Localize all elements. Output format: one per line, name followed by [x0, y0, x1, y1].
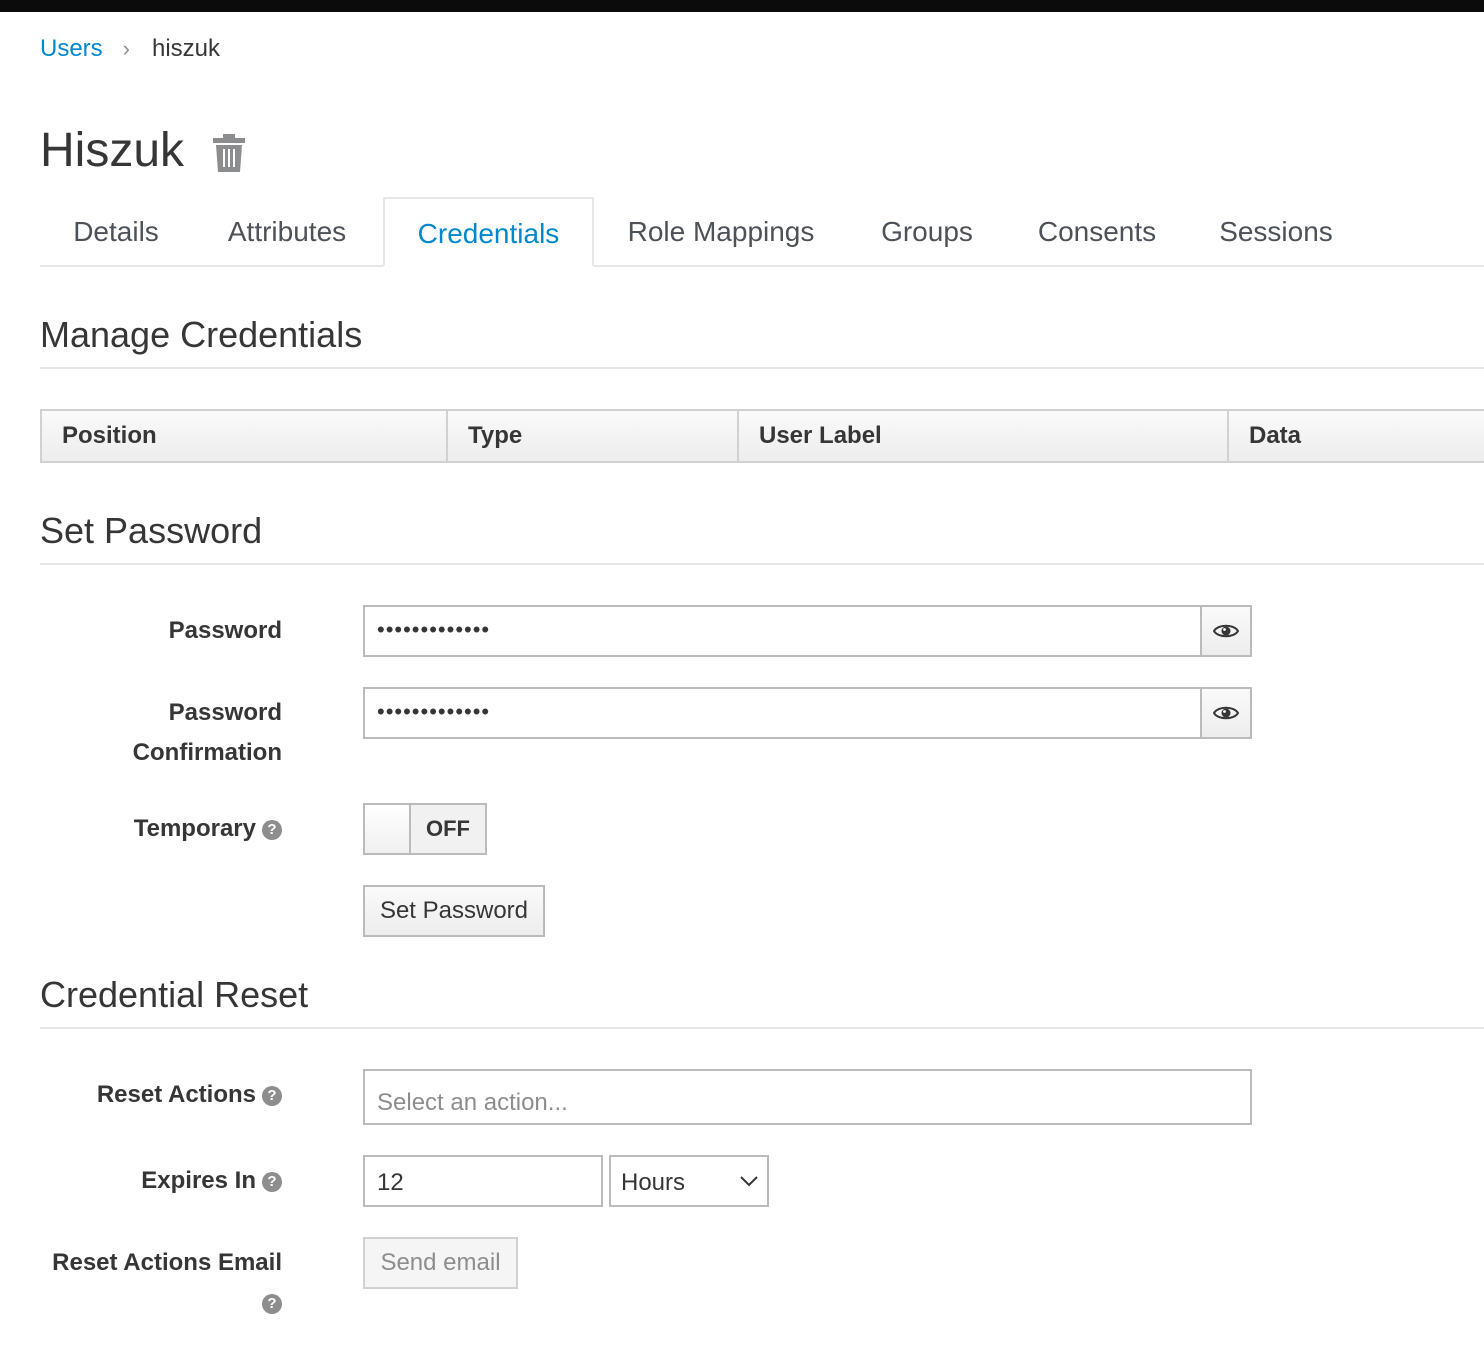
tab-details[interactable]: Details: [40, 197, 192, 267]
password-label: Password: [168, 617, 282, 644]
divider: [40, 1027, 1484, 1029]
trash-icon[interactable]: [212, 134, 246, 172]
password-field[interactable]: •••••••••••••: [363, 605, 1202, 657]
help-icon[interactable]: ?: [262, 1172, 282, 1192]
help-icon[interactable]: ?: [262, 1086, 282, 1106]
expires-in-input[interactable]: 12: [363, 1155, 603, 1207]
column-header-user-label[interactable]: User Label: [739, 411, 1229, 461]
breadcrumb-users-link[interactable]: Users: [40, 35, 103, 63]
help-icon[interactable]: ?: [262, 820, 282, 840]
tab-consents[interactable]: Consents: [1006, 197, 1188, 267]
expires-unit-select[interactable]: Hours: [609, 1155, 769, 1207]
help-icon[interactable]: ?: [262, 1294, 282, 1314]
top-bar: [0, 0, 1484, 12]
reset-actions-email-label: Reset Actions Email: [52, 1249, 282, 1276]
expires-in-label-row: Expires In?: [141, 1161, 282, 1201]
password-confirmation-label-line1: Password: [168, 699, 282, 726]
temporary-toggle[interactable]: OFF: [363, 803, 487, 855]
show-password-button[interactable]: [1200, 605, 1252, 657]
breadcrumb: Users › hiszuk: [40, 33, 220, 65]
tab-role-mappings[interactable]: Role Mappings: [594, 197, 848, 267]
password-confirmation-field[interactable]: •••••••••••••: [363, 687, 1202, 739]
column-header-data[interactable]: Data: [1229, 411, 1484, 461]
tab-credentials[interactable]: Credentials: [383, 197, 594, 267]
password-field-group: •••••••••••••: [363, 605, 1252, 657]
divider: [40, 563, 1484, 565]
tab-groups[interactable]: Groups: [848, 197, 1006, 267]
reset-actions-select[interactable]: Select an action...: [363, 1069, 1252, 1125]
tab-sessions[interactable]: Sessions: [1188, 197, 1364, 267]
reset-actions-label: Reset Actions: [96, 1081, 256, 1108]
set-password-heading: Set Password: [40, 510, 263, 551]
tab-bar: Details Attributes Credentials Role Mapp…: [40, 197, 1484, 267]
show-password-confirmation-button[interactable]: [1200, 687, 1252, 739]
manage-credentials-heading: Manage Credentials: [40, 314, 363, 355]
toggle-state-label: OFF: [426, 816, 470, 841]
breadcrumb-separator-icon: ›: [122, 36, 130, 61]
reset-actions-email-help-row: ?: [262, 1283, 282, 1323]
eye-icon: [1213, 624, 1239, 638]
column-header-position[interactable]: Position: [42, 411, 448, 461]
eye-icon: [1213, 706, 1239, 720]
reset-actions-label-row: Reset Actions?: [97, 1075, 282, 1115]
page-title: Hiszuk: [40, 124, 185, 177]
temporary-label: Temporary: [133, 815, 256, 842]
password-confirmation-label-line2: Confirmation: [132, 739, 282, 766]
set-password-button[interactable]: Set Password: [363, 885, 545, 937]
expires-unit-value: Hours: [621, 1169, 686, 1196]
column-header-type[interactable]: Type: [448, 411, 739, 461]
tab-attributes[interactable]: Attributes: [192, 197, 382, 267]
send-email-button[interactable]: Send email: [363, 1237, 518, 1289]
password-confirmation-field-group: •••••••••••••: [363, 687, 1252, 739]
divider: [40, 367, 1484, 369]
credentials-table-header: Position Type User Label Data: [40, 409, 1484, 463]
chevron-down-icon: [740, 1176, 758, 1187]
breadcrumb-current: hiszuk: [152, 35, 221, 62]
toggle-knob: [365, 805, 411, 853]
expires-in-label: Expires In: [141, 1167, 256, 1194]
credential-reset-heading: Credential Reset: [40, 974, 309, 1015]
temporary-label-row: Temporary?: [134, 809, 282, 849]
